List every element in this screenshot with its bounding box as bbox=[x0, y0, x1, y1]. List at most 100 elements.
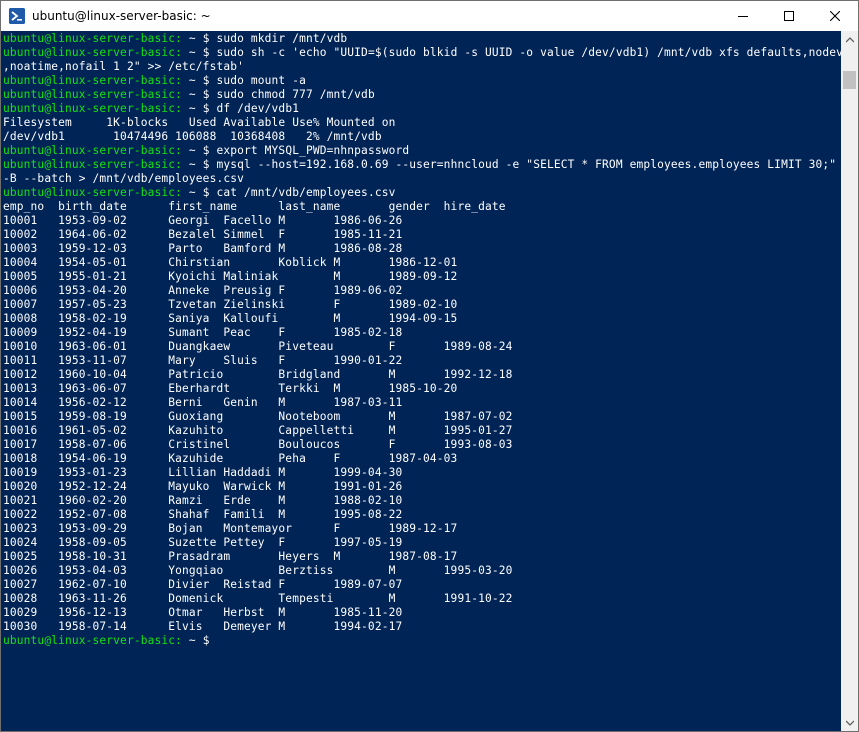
output-line: 10013 1963-06-07 Eberhardt Terkki M 1985… bbox=[3, 382, 841, 396]
command-text: ~ $ mysql --host=192.168.0.69 --user=nhn… bbox=[182, 158, 837, 171]
prompt-line: ubuntu@linux-server-basic: ~ $ bbox=[3, 634, 841, 648]
shell-prompt: ubuntu@linux-server-basic: bbox=[3, 158, 183, 171]
output-text: 10020 1952-12-24 Mayuko Warwick M 1991-0… bbox=[3, 480, 403, 493]
prompt-line: ubuntu@linux-server-basic: ~ $ df /dev/v… bbox=[3, 102, 841, 116]
command-text: ~ $ df /dev/vdb1 bbox=[182, 102, 300, 115]
output-line: 10015 1959-08-19 Guoxiang Nooteboom M 19… bbox=[3, 410, 841, 424]
shell-prompt: ubuntu@linux-server-basic: bbox=[3, 88, 183, 101]
prompt-line: ubuntu@linux-server-basic: ~ $ sudo moun… bbox=[3, 74, 841, 88]
output-line: 10014 1956-02-12 Berni Genin M 1987-03-1… bbox=[3, 396, 841, 410]
output-text: 10018 1954-06-19 Kazuhide Peha F 1987-04… bbox=[3, 452, 458, 465]
output-line: 10021 1960-02-20 Ramzi Erde M 1988-02-10 bbox=[3, 494, 841, 508]
output-text: /dev/vdb1 10474496 106088 10368408 2% /m… bbox=[3, 130, 382, 143]
shell-prompt: ubuntu@linux-server-basic: bbox=[3, 32, 183, 45]
output-text: 10016 1961-05-02 Kazuhito Cappelletti M … bbox=[3, 424, 513, 437]
output-text: 10010 1963-06-01 Duangkaew Piveteau F 19… bbox=[3, 340, 513, 353]
output-line: 10001 1953-09-02 Georgi Facello M 1986-0… bbox=[3, 214, 841, 228]
output-line: 10022 1952-07-08 Shahaf Famili M 1995-08… bbox=[3, 508, 841, 522]
output-line: -B --batch > /mnt/vdb/employees.csv bbox=[3, 172, 841, 186]
output-text: 10029 1956-12-13 Otmar Herbst M 1985-11-… bbox=[3, 606, 403, 619]
prompt-line: ubuntu@linux-server-basic: ~ $ mysql --h… bbox=[3, 158, 841, 172]
prompt-line: ubuntu@linux-server-basic: ~ $ sudo mkdi… bbox=[3, 32, 841, 46]
terminal-screen: ubuntu@linux-server-basic: ~ $ sudo mkdi… bbox=[1, 31, 841, 648]
output-line: 10019 1953-01-23 Lillian Haddadi M 1999-… bbox=[3, 466, 841, 480]
output-text: 10021 1960-02-20 Ramzi Erde M 1988-02-10 bbox=[3, 494, 403, 507]
output-text: 10025 1958-10-31 Prasadram Heyers M 1987… bbox=[3, 550, 458, 563]
output-text: 10028 1963-11-26 Domenick Tempesti M 199… bbox=[3, 592, 513, 605]
shell-prompt: ubuntu@linux-server-basic: bbox=[3, 186, 183, 199]
shell-prompt: ubuntu@linux-server-basic: bbox=[3, 74, 183, 87]
output-line: 10028 1963-11-26 Domenick Tempesti M 199… bbox=[3, 592, 841, 606]
output-line: 10011 1953-11-07 Mary Sluis F 1990-01-22 bbox=[3, 354, 841, 368]
minimize-icon bbox=[738, 16, 748, 17]
close-icon bbox=[830, 11, 840, 21]
shell-prompt: ubuntu@linux-server-basic: bbox=[3, 634, 183, 647]
output-text: 10008 1958-02-19 Saniya Kalloufi M 1994-… bbox=[3, 312, 458, 325]
output-text: 10003 1959-12-03 Parto Bamford M 1986-08… bbox=[3, 242, 403, 255]
output-line: 10002 1964-06-02 Bezalel Simmel F 1985-1… bbox=[3, 228, 841, 242]
output-text: 10017 1958-07-06 Cristinel Bouloucos F 1… bbox=[3, 438, 513, 451]
shell-prompt: ubuntu@linux-server-basic: bbox=[3, 102, 183, 115]
powershell-terminal-icon bbox=[9, 8, 25, 24]
output-line: 10010 1963-06-01 Duangkaew Piveteau F 19… bbox=[3, 340, 841, 354]
prompt-line: ubuntu@linux-server-basic: ~ $ cat /mnt/… bbox=[3, 186, 841, 200]
output-line: 10023 1953-09-29 Bojan Montemayor F 1989… bbox=[3, 522, 841, 536]
command-text: ~ $ sudo chmod 777 /mnt/vdb bbox=[182, 88, 375, 101]
terminal-window: ubuntu@linux-server-basic: ~ ubuntu@linu… bbox=[0, 0, 859, 732]
output-line: 10009 1952-04-19 Sumant Peac F 1985-02-1… bbox=[3, 326, 841, 340]
scroll-up-button[interactable] bbox=[841, 31, 858, 48]
maximize-button[interactable] bbox=[766, 1, 812, 31]
output-text: 10005 1955-01-21 Kyoichi Maliniak M 1989… bbox=[3, 270, 458, 283]
output-line: 10025 1958-10-31 Prasadram Heyers M 1987… bbox=[3, 550, 841, 564]
output-text: 10027 1962-07-10 Divier Reistad F 1989-0… bbox=[3, 578, 403, 591]
output-line: 10006 1953-04-20 Anneke Preusig F 1989-0… bbox=[3, 284, 841, 298]
window-title: ubuntu@linux-server-basic: ~ bbox=[32, 9, 211, 23]
output-text: 10006 1953-04-20 Anneke Preusig F 1989-0… bbox=[3, 284, 403, 297]
output-line: 10017 1958-07-06 Cristinel Bouloucos F 1… bbox=[3, 438, 841, 452]
prompt-line: ubuntu@linux-server-basic: ~ $ sudo sh -… bbox=[3, 46, 841, 60]
close-button[interactable] bbox=[812, 1, 858, 31]
output-line: 10020 1952-12-24 Mayuko Warwick M 1991-0… bbox=[3, 480, 841, 494]
output-line: 10029 1956-12-13 Otmar Herbst M 1985-11-… bbox=[3, 606, 841, 620]
command-text: ~ $ sudo sh -c 'echo "UUID=$(sudo blkid … bbox=[182, 46, 841, 59]
output-text: ,noatime,nofail 1 2" >> /etc/fstab' bbox=[3, 60, 244, 73]
output-text: 10011 1953-11-07 Mary Sluis F 1990-01-22 bbox=[3, 354, 403, 367]
output-text: 10026 1953-04-03 Yongqiao Berztiss M 199… bbox=[3, 564, 513, 577]
output-text: 10007 1957-05-23 Tzvetan Zielinski F 198… bbox=[3, 298, 458, 311]
command-text: ~ $ bbox=[182, 634, 217, 647]
terminal-output[interactable]: ubuntu@linux-server-basic: ~ $ sudo mkdi… bbox=[1, 31, 841, 731]
output-line: 10012 1960-10-04 Patricio Bridgland M 19… bbox=[3, 368, 841, 382]
output-line: 10004 1954-05-01 Chirstian Koblick M 198… bbox=[3, 256, 841, 270]
output-text: Filesystem 1K-blocks Used Available Use%… bbox=[3, 116, 396, 129]
output-line: 10024 1958-09-05 Suzette Pettey F 1997-0… bbox=[3, 536, 841, 550]
output-text: 10013 1963-06-07 Eberhardt Terkki M 1985… bbox=[3, 382, 458, 395]
window-controls bbox=[720, 1, 858, 31]
minimize-button[interactable] bbox=[720, 1, 766, 31]
output-line: 10027 1962-07-10 Divier Reistad F 1989-0… bbox=[3, 578, 841, 592]
output-line: 10018 1954-06-19 Kazuhide Peha F 1987-04… bbox=[3, 452, 841, 466]
output-text: 10022 1952-07-08 Shahaf Famili M 1995-08… bbox=[3, 508, 403, 521]
output-line: 10007 1957-05-23 Tzvetan Zielinski F 198… bbox=[3, 298, 841, 312]
prompt-line: ubuntu@linux-server-basic: ~ $ export MY… bbox=[3, 144, 841, 158]
output-text: 10004 1954-05-01 Chirstian Koblick M 198… bbox=[3, 256, 458, 269]
command-text: ~ $ sudo mkdir /mnt/vdb bbox=[182, 32, 348, 45]
output-line: Filesystem 1K-blocks Used Available Use%… bbox=[3, 116, 841, 130]
output-text: 10019 1953-01-23 Lillian Haddadi M 1999-… bbox=[3, 466, 403, 479]
output-line: 10005 1955-01-21 Kyoichi Maliniak M 1989… bbox=[3, 270, 841, 284]
output-text: 10024 1958-09-05 Suzette Pettey F 1997-0… bbox=[3, 536, 403, 549]
prompt-line: ubuntu@linux-server-basic: ~ $ sudo chmo… bbox=[3, 88, 841, 102]
title-bar[interactable]: ubuntu@linux-server-basic: ~ bbox=[1, 1, 858, 31]
output-text: 10023 1953-09-29 Bojan Montemayor F 1989… bbox=[3, 522, 458, 535]
chevron-up-icon bbox=[845, 36, 854, 42]
scrollbar-thumb[interactable] bbox=[843, 71, 856, 89]
vertical-scrollbar[interactable] bbox=[841, 31, 858, 731]
scroll-down-button[interactable] bbox=[841, 714, 858, 731]
output-text: 10015 1959-08-19 Guoxiang Nooteboom M 19… bbox=[3, 410, 513, 423]
output-text: 10001 1953-09-02 Georgi Facello M 1986-0… bbox=[3, 214, 403, 227]
shell-prompt: ubuntu@linux-server-basic: bbox=[3, 144, 183, 157]
maximize-icon bbox=[784, 11, 794, 21]
output-line: 10030 1958-07-14 Elvis Demeyer M 1994-02… bbox=[3, 620, 841, 634]
command-text: ~ $ cat /mnt/vdb/employees.csv bbox=[182, 186, 396, 199]
output-line: 10026 1953-04-03 Yongqiao Berztiss M 199… bbox=[3, 564, 841, 578]
output-text: 10030 1958-07-14 Elvis Demeyer M 1994-02… bbox=[3, 620, 403, 633]
